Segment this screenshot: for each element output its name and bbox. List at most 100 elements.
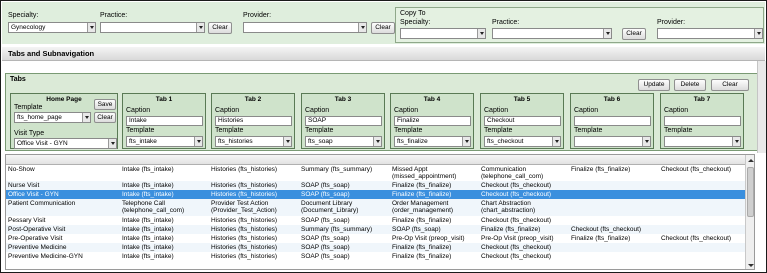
- tab-4-caption-input[interactable]: Finalize: [394, 116, 471, 126]
- tab-5-template-value: fts_checkout: [487, 138, 524, 145]
- table-cell: No-Show: [8, 166, 35, 173]
- provider-select[interactable]: [243, 22, 367, 33]
- table-row[interactable]: Nurse Visit Intake (fts_intake) Histories …: [6, 181, 754, 190]
- visit-type-grid: No-Show Intake (fts_intake) Histories (fts…: [5, 154, 755, 270]
- tab-5-caption-label: Caption: [484, 107, 509, 114]
- table-cell: Checkout (fts_checkout): [571, 226, 642, 233]
- table-cell: Intake (fts_intake): [122, 182, 174, 189]
- copy-specialty-select[interactable]: [400, 28, 486, 39]
- table-cell: Patient Communication: [8, 200, 76, 207]
- table-row[interactable]: Preventive Medicine Intake (fts_intake) Hi…: [6, 243, 754, 252]
- table-cell: Intake (fts_intake): [122, 166, 174, 173]
- tab-3-caption-input[interactable]: SOAP: [305, 116, 382, 126]
- chevron-down-icon: [552, 137, 560, 146]
- table-cell: Checkout (fts_checkout): [481, 217, 552, 224]
- tab-2-title: Tab 2: [244, 96, 262, 103]
- table-row[interactable]: Pessary Visit Intake (fts_intake) Historie…: [6, 216, 754, 225]
- delete-button[interactable]: Delete: [674, 79, 706, 91]
- table-cell: Intake (fts_intake): [122, 235, 174, 242]
- tab-5-template-label: Template: [484, 127, 513, 134]
- home-template-select[interactable]: fts_home_page: [14, 112, 91, 123]
- table-cell: Finalize (fts_finalize): [392, 244, 452, 251]
- tab-5-template-select[interactable]: fts_checkout: [484, 136, 561, 147]
- home-template-value: fts_home_page: [17, 114, 62, 121]
- grid-scrollbar[interactable]: [745, 155, 754, 269]
- tab-6-template-select[interactable]: [574, 136, 651, 147]
- tab-3-box: Tab 3 Caption SOAP Template fts_soap: [301, 93, 385, 149]
- table-row[interactable]: Preventive Medicine-GYN Intake (fts_intak…: [6, 252, 754, 261]
- table-cell: Order Management (order_management): [392, 200, 454, 214]
- table-row[interactable]: Post-Operative Visit Intake (fts_intake) H…: [6, 225, 754, 234]
- table-cell: SOAP (fts_soap): [301, 253, 350, 260]
- practice-select[interactable]: [100, 22, 205, 33]
- copy-practice-select[interactable]: [492, 28, 612, 39]
- table-row[interactable]: Patient Communication Telephone Call (tel…: [6, 199, 754, 216]
- scroll-up-icon[interactable]: [747, 157, 754, 164]
- tab-7-caption-input[interactable]: [664, 116, 741, 126]
- table-cell: Finalize (fts_finalize): [392, 191, 452, 198]
- tab-5-box: Tab 5 Caption Checkout Template fts_chec…: [480, 93, 564, 149]
- tab-3-template-select[interactable]: fts_soap: [305, 136, 382, 147]
- tabs-panel-title: Tabs: [10, 76, 26, 83]
- table-row[interactable]: Office Visit - GYN Intake (fts_intake) His…: [6, 190, 754, 199]
- tab-7-box: Tab 7 Caption Template: [660, 93, 744, 149]
- copy-clear-button[interactable]: Clear: [622, 28, 646, 40]
- specialty-select[interactable]: Gynecology: [8, 22, 96, 33]
- chevron-down-icon: [754, 29, 762, 38]
- tab-2-template-select[interactable]: fts_histories: [215, 136, 292, 147]
- window: Specialty: Gynecology Practice: Clear Pr…: [0, 0, 767, 273]
- table-cell: Histories (fts_histories): [211, 244, 278, 251]
- scroll-thumb[interactable]: [747, 167, 754, 217]
- tab-5-caption-input[interactable]: Checkout: [484, 116, 561, 126]
- tabs-clear-button[interactable]: Clear: [711, 79, 749, 91]
- table-cell: Finalize (fts_finalize): [392, 253, 452, 260]
- table-cell: Checkout (fts_checkout): [481, 191, 552, 198]
- copy-provider-label: Provider:: [657, 19, 686, 26]
- tab-4-template-value: fts_finalize: [397, 138, 428, 145]
- chevron-down-icon: [87, 23, 95, 32]
- update-button[interactable]: Update: [638, 79, 670, 91]
- tab-4-box: Tab 4 Caption Finalize Template fts_fina…: [390, 93, 474, 149]
- table-cell: Histories (fts_histories): [211, 182, 278, 189]
- chevron-down-icon: [196, 23, 204, 32]
- tab-2-template-label: Template: [215, 127, 244, 134]
- chevron-down-icon: [358, 23, 366, 32]
- table-cell: Pessary Visit: [8, 217, 46, 224]
- tab-1-caption-input[interactable]: Intake: [126, 116, 203, 126]
- provider-clear-button[interactable]: Clear: [371, 22, 395, 34]
- practice-clear-button[interactable]: Clear: [208, 22, 232, 34]
- tab-3-title: Tab 3: [334, 96, 352, 103]
- tab-4-template-select[interactable]: fts_finalize: [394, 136, 471, 147]
- tab-6-caption-input[interactable]: [574, 116, 651, 126]
- tab-6-template-label: Template: [574, 127, 603, 134]
- panel-scrollbar[interactable]: [757, 61, 766, 153]
- tab-2-caption-label: Caption: [215, 107, 240, 114]
- visit-type-select[interactable]: Office Visit - GYN: [14, 138, 117, 149]
- table-cell: Intake (fts_intake): [122, 217, 174, 224]
- home-save-button[interactable]: Save: [94, 99, 116, 110]
- copy-provider-select[interactable]: [657, 28, 763, 39]
- table-row[interactable]: Pre-Operative Visit Intake (fts_intake) Hi…: [6, 234, 754, 243]
- tab-2-caption-input[interactable]: Histories: [215, 116, 292, 126]
- table-cell: Post-Operative Visit: [8, 226, 66, 233]
- table-cell: Intake (fts_intake): [122, 244, 174, 251]
- chevron-down-icon: [108, 139, 116, 148]
- tab-1-template-select[interactable]: fts_intake: [126, 136, 203, 147]
- chevron-down-icon: [642, 137, 650, 146]
- home-clear-button[interactable]: Clear: [94, 112, 116, 123]
- scroll-down-icon[interactable]: [747, 262, 754, 269]
- table-cell: Summary (fts_summary): [301, 166, 373, 173]
- tab-3-caption-label: Caption: [305, 107, 330, 114]
- table-cell: Provider Test Action (Provider_Test_Acti…: [211, 200, 277, 214]
- table-cell: Checkout (fts_checkout): [661, 235, 732, 242]
- copy-to-title: Copy To: [400, 10, 426, 17]
- copy-specialty-label: Specialty:: [400, 19, 431, 26]
- table-cell: SOAP (fts_soap): [301, 182, 350, 189]
- table-cell: Preventive Medicine-GYN: [8, 253, 83, 260]
- table-cell: SOAP (fts_soap): [301, 244, 350, 251]
- tab-7-template-select[interactable]: [664, 136, 741, 147]
- table-cell: Pre-Op Visit (preop_visit): [481, 235, 554, 242]
- table-row[interactable]: No-Show Intake (fts_intake) Histories (fts…: [6, 165, 754, 181]
- table-cell: Checkout (fts_checkout): [661, 166, 732, 173]
- tab-1-title: Tab 1: [155, 96, 173, 103]
